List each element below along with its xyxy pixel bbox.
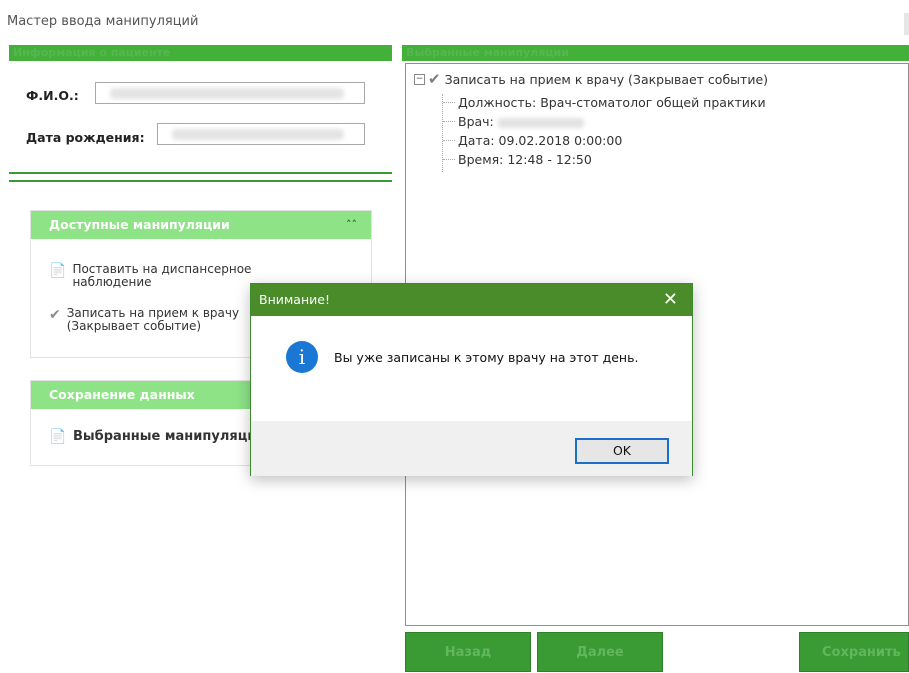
selected-manipulations-label: Выбранные манипуляции	[73, 429, 266, 444]
check-icon: ✔	[49, 307, 61, 323]
manipulation-label: Поставить на диспансерное наблюдение	[72, 262, 252, 289]
tree-child-doctor[interactable]: Врач:	[458, 114, 584, 129]
dob-redacted	[172, 129, 344, 140]
tree-connector	[443, 159, 455, 160]
manipulation-item-appointment[interactable]: ✔ Записать на прием к врачу (Закрывает с…	[49, 307, 249, 333]
selected-manipulations-header: Выбранные манипуляции	[402, 45, 909, 61]
info-icon: i	[286, 341, 318, 373]
dob-label: Дата рождения:	[26, 130, 145, 145]
close-icon[interactable]: ✕	[663, 284, 678, 316]
tree-root-row[interactable]: ✔ Записать на прием к врачу (Закрывает с…	[428, 70, 768, 88]
check-icon: ✔	[428, 70, 441, 88]
doctor-redacted	[497, 117, 584, 128]
manipulation-label: Записать на прием к врачу (Закрывает соб…	[66, 306, 240, 333]
tree-child-position[interactable]: Должность: Врач-стоматолог общей практик…	[458, 95, 766, 110]
tree-child-time[interactable]: Время: 12:48 - 12:50	[458, 152, 592, 167]
tree-child-doctor-label: Врач:	[458, 114, 494, 129]
tree-root-label: Записать на прием к врачу (Закрывает соб…	[444, 72, 769, 87]
collapse-icon[interactable]: ˄˄	[346, 211, 357, 239]
document-icon: 📄	[49, 263, 67, 279]
dialog-footer: OK	[251, 421, 692, 476]
back-button[interactable]: Назад	[405, 632, 531, 672]
fio-redacted	[110, 88, 344, 99]
tree-connector	[443, 140, 455, 141]
fio-label: Ф.И.О.:	[26, 88, 79, 103]
ok-button[interactable]: OK	[575, 438, 669, 464]
window-title: Мастер ввода манипуляций	[7, 14, 199, 29]
tree-connector	[442, 94, 443, 172]
available-manipulations-header[interactable]: Доступные манипуляции ˄˄	[31, 211, 371, 239]
dialog-title: Внимание!	[259, 292, 330, 307]
document-icon: 📄	[49, 429, 67, 445]
available-manipulations-title: Доступные манипуляции	[49, 217, 230, 232]
manipulation-item-dispensary[interactable]: 📄 Поставить на диспансерное наблюдение	[49, 263, 279, 289]
tree-child-date[interactable]: Дата: 09.02.2018 0:00:00	[458, 133, 622, 148]
save-button[interactable]: Сохранить	[799, 632, 909, 672]
tree-collapse-icon[interactable]: −	[414, 74, 425, 85]
save-data-title: Сохранение данных	[49, 387, 195, 402]
selected-manipulations-item[interactable]: 📄 Выбранные манипуляции	[49, 429, 266, 445]
window-edge	[904, 13, 909, 35]
tree-connector	[443, 121, 455, 122]
fio-field[interactable]	[95, 82, 365, 104]
tree-connector	[443, 102, 455, 103]
dob-field[interactable]	[157, 123, 365, 145]
warning-dialog: Внимание! ✕ i Вы уже записаны к этому вр…	[250, 283, 693, 476]
patient-info-header: Информация о пациенте	[9, 45, 392, 61]
dialog-message: Вы уже записаны к этому врачу на этот де…	[334, 350, 639, 365]
divider-top	[9, 172, 392, 174]
dialog-body: i Вы уже записаны к этому врачу на этот …	[251, 316, 692, 421]
divider-bottom	[9, 180, 392, 182]
next-button[interactable]: Далее	[537, 632, 663, 672]
dialog-titlebar: Внимание! ✕	[251, 284, 692, 316]
